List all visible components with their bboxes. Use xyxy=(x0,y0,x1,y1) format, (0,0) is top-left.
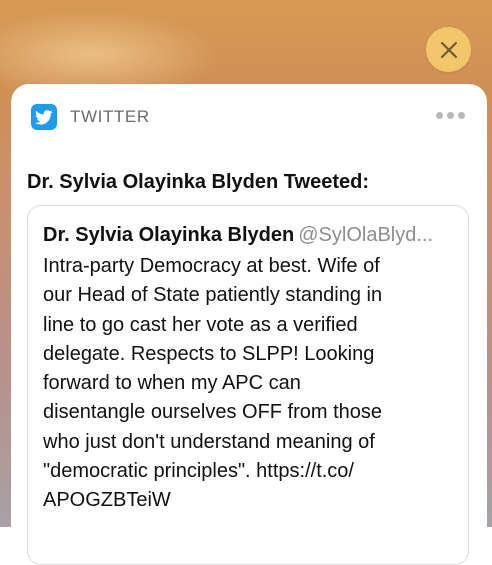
app-name-label: TWITTER xyxy=(70,107,150,126)
notification-title: Dr. Sylvia Olayinka Blyden Tweeted: xyxy=(27,171,369,193)
tweet-text-line: forward to when my APC can xyxy=(43,372,301,395)
tweet-text-line: line to go cast her vote as a verified xyxy=(43,313,358,336)
tweet-text-line: our Head of State patiently standing in xyxy=(43,284,383,307)
tweet-text-line: delegate. Respects to SLPP! Looking xyxy=(43,342,375,365)
tweet-text-line: who just don't understand meaning of xyxy=(43,430,375,453)
tweet-text-line: Intra-party Democracy at best. Wife of xyxy=(43,255,380,277)
tweet-body: Intra-party Democracy at best. Wife of o… xyxy=(43,252,443,516)
close-icon xyxy=(440,41,457,58)
tweet-header: Dr. Sylvia Olayinka Blyden @SylOlaBlyd... xyxy=(43,223,453,247)
tweet-author-handle: @SylOlaBlyd... xyxy=(298,224,434,246)
notification-app-header: TWITTER xyxy=(31,104,150,130)
close-button[interactable] xyxy=(426,27,471,72)
twitter-bird-icon xyxy=(31,104,57,130)
more-options-icon[interactable] xyxy=(436,112,465,119)
tweet-author-name: Dr. Sylvia Olayinka Blyden xyxy=(43,224,295,246)
tweet-preview[interactable]: Dr. Sylvia Olayinka Blyden @SylOlaBlyd...… xyxy=(27,205,469,565)
tweet-text-line: disentangle ourselves OFF from those xyxy=(43,401,383,424)
notification-card[interactable]: TWITTER Dr. Sylvia Olayinka Blyden Tweet… xyxy=(11,84,487,565)
tweet-text-line: APOGZBTeiW xyxy=(43,489,171,512)
tweet-text-line: "democratic principles". https://t.co/ xyxy=(43,460,354,483)
